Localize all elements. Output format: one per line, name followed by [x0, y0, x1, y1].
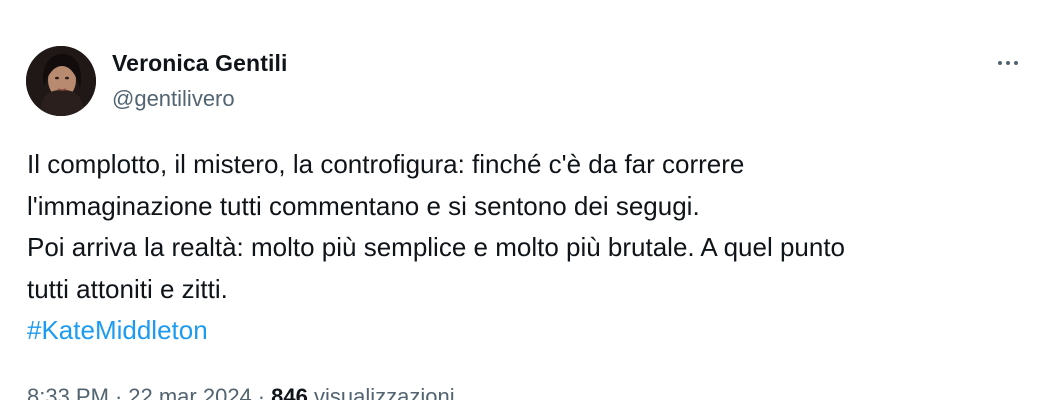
meta-separator: ·: [257, 384, 266, 400]
author-handle[interactable]: @gentilivero: [112, 86, 235, 112]
avatar-portrait: [26, 46, 96, 116]
tweet-time[interactable]: 8:33 PM: [27, 384, 109, 400]
tweet-text-line: tutti attoniti e zitti.: [27, 273, 228, 304]
tweet-meta: 8:33 PM · 22 mar 2024 · 846 visualizzazioni: [27, 384, 455, 400]
avatar[interactable]: [26, 46, 96, 116]
views-count[interactable]: 846: [271, 384, 308, 400]
tweet-text-line: l'immaginazione tutti commentano e si se…: [27, 190, 700, 221]
tweet-date[interactable]: 22 mar 2024: [128, 384, 252, 400]
tweet-text: Il complotto, il mistero, la controfigur…: [27, 144, 1027, 352]
more-options-icon[interactable]: [990, 50, 1026, 76]
tweet-text-line: Il complotto, il mistero, la controfigur…: [27, 149, 745, 179]
author-display-name[interactable]: Veronica Gentili: [112, 50, 287, 77]
more-dot: [1014, 61, 1018, 65]
more-dot: [998, 61, 1002, 65]
meta-separator: ·: [114, 384, 123, 400]
tweet-text-line: Poi arriva la realtà: molto più semplice…: [27, 232, 846, 262]
tweet-card: Veronica Gentili @gentilivero Il complot…: [0, 0, 1058, 400]
views-label: visualizzazioni: [313, 384, 455, 400]
hashtag-link[interactable]: #KateMiddleton: [27, 315, 208, 345]
more-dot: [1006, 61, 1010, 65]
